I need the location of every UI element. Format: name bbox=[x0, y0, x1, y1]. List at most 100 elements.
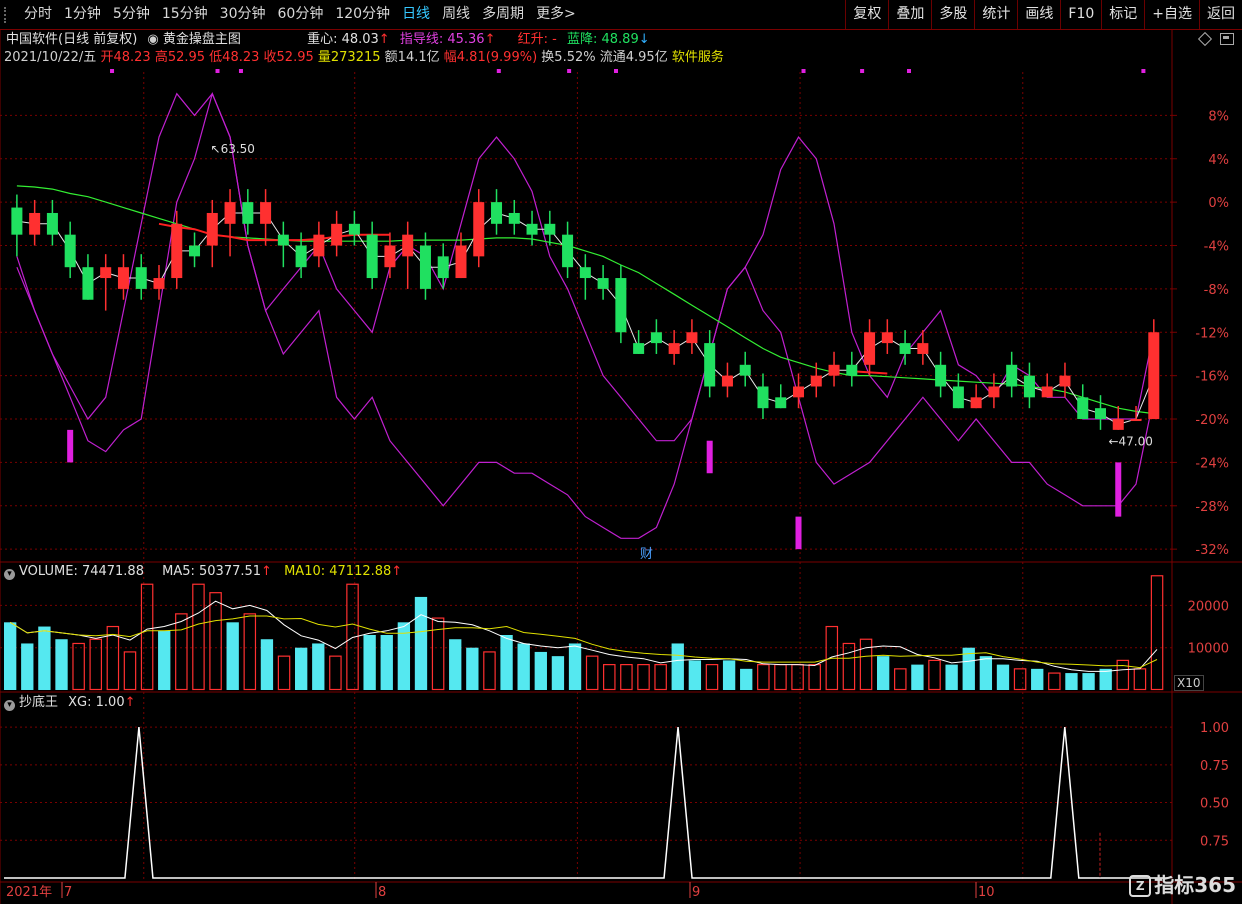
candle-body bbox=[206, 212, 218, 246]
volume-title: VOLUME: 74471.88 bbox=[19, 564, 144, 579]
watermark: Z 指标365 bbox=[1129, 869, 1236, 898]
volume-bar bbox=[620, 664, 633, 691]
buy-signal-bar bbox=[1115, 462, 1122, 517]
volume-bar bbox=[808, 664, 821, 691]
candle-body bbox=[491, 202, 503, 224]
candle-body bbox=[224, 202, 236, 224]
volume-bar bbox=[277, 655, 291, 691]
date-label: 9 bbox=[692, 885, 700, 900]
volume-bar bbox=[740, 668, 753, 690]
y-tick-label: 4% bbox=[1208, 153, 1229, 168]
volume-bar bbox=[89, 638, 103, 691]
y-tick-label: -8% bbox=[1204, 283, 1229, 298]
y-tick-label: 8% bbox=[1208, 109, 1229, 124]
volume-bar bbox=[175, 613, 188, 691]
volume-bar bbox=[517, 643, 530, 690]
candle-body bbox=[1148, 332, 1160, 420]
volume-bar bbox=[534, 651, 547, 690]
candle-body bbox=[792, 386, 805, 398]
candle-body bbox=[100, 267, 112, 279]
y-tick-label: -28% bbox=[1195, 500, 1229, 515]
candle-body bbox=[757, 386, 769, 409]
signal-dot bbox=[215, 69, 220, 73]
candle-body bbox=[721, 375, 733, 387]
candle-body bbox=[135, 267, 147, 289]
y-tick-label: -4% bbox=[1204, 240, 1229, 255]
volume-bar bbox=[842, 642, 856, 691]
date-label: 7 bbox=[64, 885, 72, 900]
volume-menu-icon[interactable]: ▾ bbox=[4, 569, 15, 580]
candle-body bbox=[171, 223, 183, 279]
candle-body bbox=[1023, 375, 1035, 398]
volume-bar bbox=[226, 622, 239, 690]
volume-bar bbox=[551, 656, 565, 690]
candle-body bbox=[277, 234, 289, 246]
date-label: 2021年 bbox=[6, 885, 52, 900]
finance-marker[interactable]: 财 bbox=[640, 543, 653, 562]
volume-bar bbox=[722, 660, 736, 690]
arrow-up-icon: ↑ bbox=[124, 695, 136, 710]
watermark-logo-icon: Z bbox=[1129, 875, 1152, 897]
volume-bar bbox=[1133, 668, 1147, 691]
signal-dot bbox=[496, 69, 501, 73]
candle-body bbox=[899, 343, 911, 354]
kline-chart[interactable]: 8% 4% 0% -4% -8% -12% -16% -20% -24% -28% -32% ↖63.… bbox=[0, 0, 1242, 904]
low-price-note: ←47.00 bbox=[1108, 435, 1152, 449]
watermark-text: 指标365 bbox=[1154, 873, 1236, 897]
y-tick-label: -24% bbox=[1195, 456, 1229, 471]
volume-bar bbox=[38, 626, 51, 690]
volume-bar bbox=[996, 664, 1010, 690]
xg-menu-icon[interactable]: ▾ bbox=[4, 700, 15, 711]
arrow-up-icon: ↑ bbox=[391, 564, 403, 579]
volume-ma10: MA10: 47112.88 bbox=[284, 564, 392, 579]
candle-body bbox=[29, 212, 41, 235]
candle-body bbox=[331, 223, 343, 246]
candle-body bbox=[1130, 419, 1142, 422]
volume-bar bbox=[1048, 672, 1061, 691]
candle-body bbox=[348, 223, 360, 235]
volume-bar bbox=[1031, 668, 1044, 690]
candle-body bbox=[1094, 408, 1107, 420]
volume-bar bbox=[877, 656, 890, 690]
volume-bar bbox=[140, 583, 154, 691]
signal-dot bbox=[238, 69, 243, 73]
y-tick-label: -20% bbox=[1195, 413, 1229, 428]
xg-tick-label: 1.00 bbox=[1200, 721, 1229, 736]
candle-body bbox=[881, 332, 893, 344]
candle-body bbox=[153, 278, 165, 289]
candle-body bbox=[935, 364, 947, 387]
candle-body bbox=[633, 343, 645, 354]
candle-body bbox=[1112, 419, 1124, 430]
candle-body bbox=[846, 364, 858, 376]
candle-body bbox=[384, 245, 396, 268]
vol-tick-label: 20000 bbox=[1188, 599, 1229, 614]
xg-tick-label: 0.50 bbox=[1200, 797, 1229, 812]
magenta-lower-band bbox=[16, 91, 1155, 539]
volume-bar bbox=[603, 664, 616, 691]
candle-body bbox=[402, 234, 414, 257]
candle-body bbox=[313, 234, 325, 257]
volume-bar bbox=[209, 592, 222, 691]
volume-bar bbox=[774, 664, 787, 691]
candle-body bbox=[117, 267, 129, 289]
volume-bar bbox=[1065, 673, 1078, 690]
volume-bar bbox=[123, 651, 137, 691]
candle-body bbox=[508, 212, 520, 224]
white-ma-line bbox=[16, 212, 1155, 425]
candle-body bbox=[775, 397, 787, 409]
candle-body bbox=[668, 343, 680, 354]
volume-bar bbox=[945, 664, 958, 690]
candle-body bbox=[1077, 397, 1089, 420]
y-tick-label: -16% bbox=[1195, 370, 1229, 385]
volume-bar bbox=[449, 639, 462, 690]
candle-body bbox=[597, 278, 609, 289]
volume-bar bbox=[637, 664, 650, 691]
candle-body bbox=[189, 245, 201, 257]
volume-bar bbox=[688, 660, 702, 690]
volume-bar bbox=[791, 664, 804, 691]
y-tick-label: 0% bbox=[1208, 196, 1229, 211]
candle-body bbox=[988, 386, 1000, 398]
buy-signal-bar bbox=[795, 516, 802, 550]
candle-body bbox=[437, 256, 449, 279]
candle-body bbox=[686, 332, 698, 344]
